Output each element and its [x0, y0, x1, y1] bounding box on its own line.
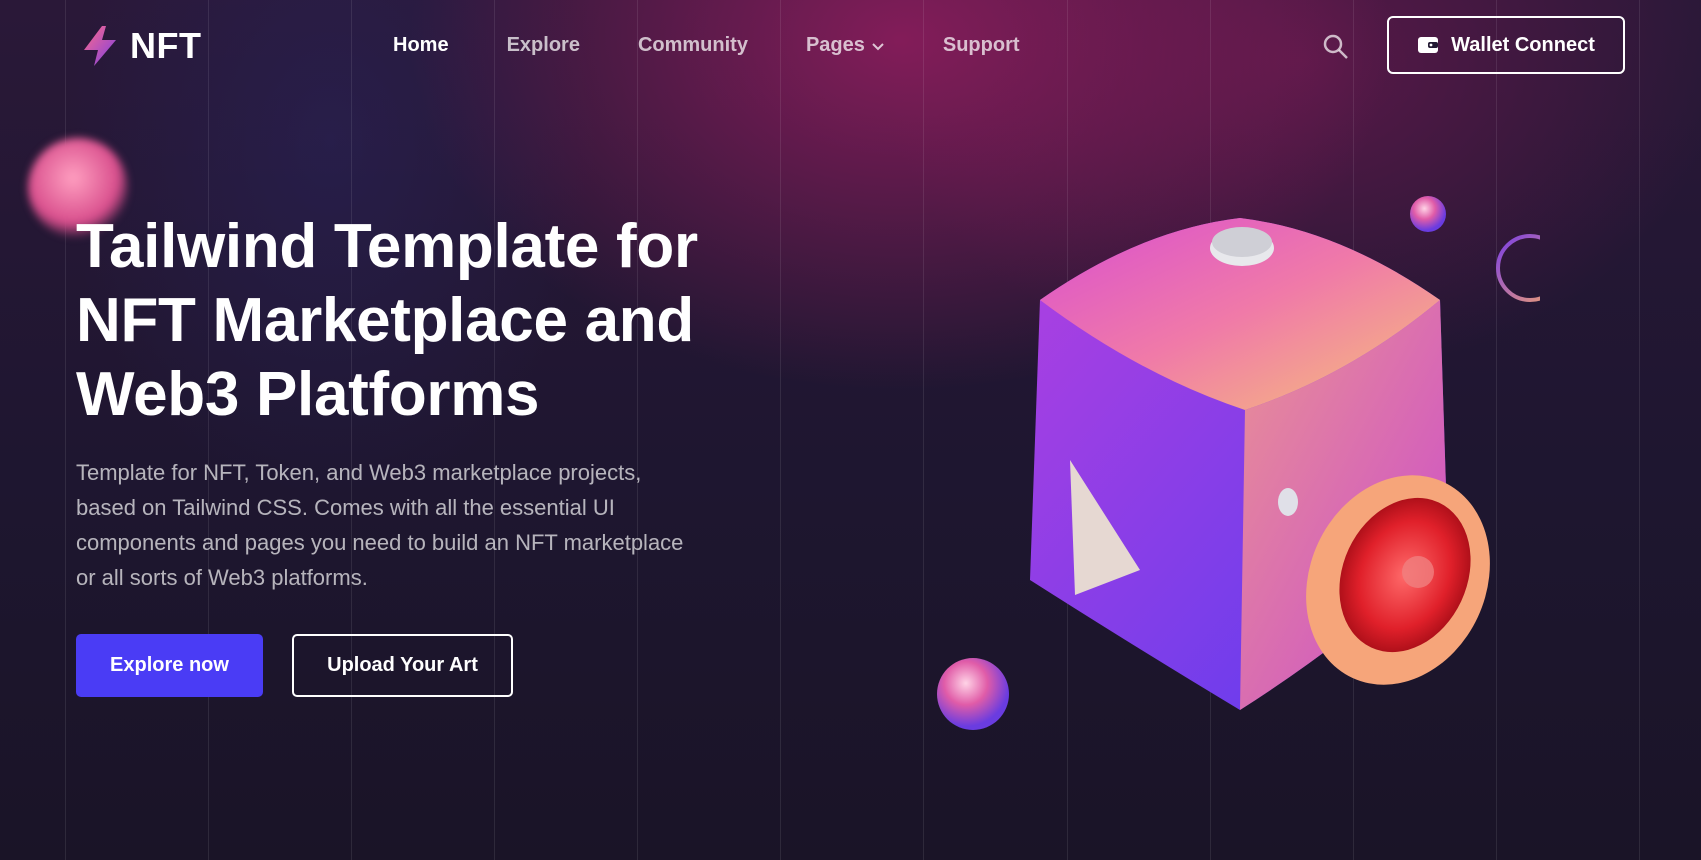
- wallet-connect-label: Wallet Connect: [1451, 33, 1595, 56]
- nav-item-home[interactable]: Home: [393, 34, 449, 57]
- site-header: NFT Home Explore Community Pages Support…: [0, 0, 1701, 94]
- hero-title-line-1: Tailwind Template for: [76, 212, 698, 281]
- wallet-connect-button[interactable]: Wallet Connect: [1387, 16, 1625, 74]
- wallet-icon: [1418, 37, 1439, 53]
- nav-item-pages[interactable]: Pages: [806, 34, 885, 57]
- brand-logo[interactable]: NFT: [80, 24, 201, 68]
- brand-name: NFT: [130, 25, 202, 66]
- nav-item-explore[interactable]: Explore: [507, 34, 580, 57]
- lightning-bolt-icon: [84, 26, 116, 66]
- nav-item-community[interactable]: Community: [638, 34, 748, 57]
- explore-now-button[interactable]: Explore now: [76, 634, 263, 697]
- search-icon[interactable]: [1322, 33, 1350, 61]
- hero-3d-cube-illustration: [937, 196, 1540, 730]
- hero-title-line-2: NFT Marketplace and: [76, 286, 694, 355]
- nav-item-support[interactable]: Support: [943, 34, 1020, 57]
- hero-description: Template for NFT, Token, and Web3 market…: [76, 460, 684, 590]
- nav-item-pages-label: Pages: [805, 34, 865, 56]
- hero-title: Tailwind Template for NFT Marketplace an…: [76, 210, 776, 432]
- hero-title-line-3: Web3 Platforms: [76, 360, 540, 429]
- main-nav: Home Explore Community Pages Support: [393, 34, 1078, 57]
- chevron-down-icon: [872, 42, 884, 50]
- upload-art-button[interactable]: Upload Your Art: [292, 634, 513, 697]
